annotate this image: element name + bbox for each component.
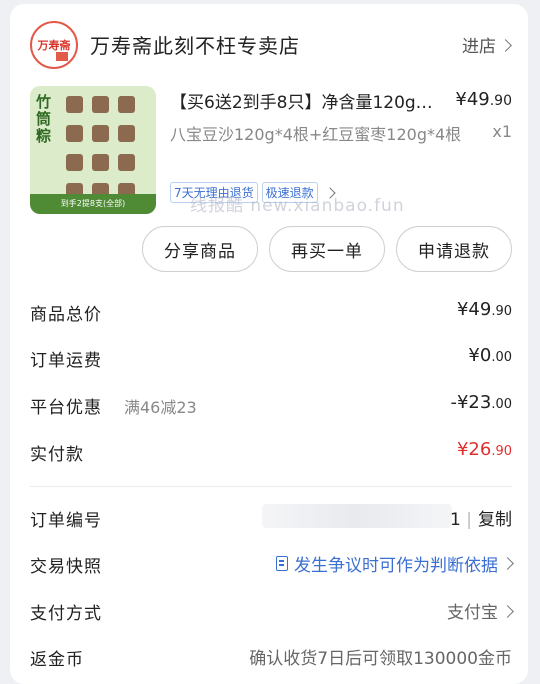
order-number-redacted (262, 504, 452, 528)
platform-discount-value: -¥23.00 (450, 392, 512, 413)
order-number-copy: 1 | 复制 (450, 510, 512, 530)
coins-label: 返金币 (30, 650, 84, 670)
order-card: 万寿斋 万寿斋此刻不枉专卖店 进店 竹筒粽 到手2提8支(全部) 【买6送2到手… (10, 4, 528, 684)
chevron-right-icon (501, 605, 514, 618)
divider (30, 486, 512, 487)
watermark: 线报酷 new.xianbao.fun (190, 196, 405, 216)
product-spec: 八宝豆沙120g*4根+红豆蜜枣120g*4根 (170, 125, 462, 144)
payment-method-value[interactable]: 支付宝 (447, 598, 514, 623)
coins-value: 确认收货7日后可领取130000金币 (249, 649, 512, 669)
order-number-tail: 1 (450, 510, 461, 530)
shop-logo[interactable]: 万寿斋 (30, 21, 78, 69)
order-number-row: 订单编号 1 | 复制 (30, 502, 512, 532)
total-price-row: 商品总价 ¥49.90 (30, 296, 512, 326)
trade-snapshot-label: 交易快照 (30, 557, 102, 577)
product-price: ¥49.90 (455, 89, 512, 110)
enter-shop-label: 进店 (462, 37, 496, 57)
buy-again-button[interactable]: 再买一单 (269, 226, 385, 272)
platform-discount-label: 平台优惠 (30, 398, 102, 418)
coins-row: 返金币 确认收货7日后可领取130000金币 (30, 641, 512, 671)
amount-paid-value: ¥26.90 (456, 439, 512, 460)
trade-snapshot-value: 发生争议时可作为判断依据 (294, 556, 498, 576)
thumbnail-footer: 到手2提8支(全部) (30, 194, 156, 214)
shop-name[interactable]: 万寿斋此刻不枉专卖店 (90, 30, 300, 59)
enter-shop-link[interactable]: 进店 (462, 32, 512, 57)
document-icon (276, 556, 288, 571)
amount-paid-label: 实付款 (30, 445, 84, 465)
shop-logo-chart-mark (56, 52, 68, 61)
request-refund-button[interactable]: 申请退款 (396, 226, 512, 272)
product-quantity: x1 (492, 122, 512, 141)
chevron-right-icon (499, 39, 512, 52)
share-product-button[interactable]: 分享商品 (142, 226, 258, 272)
total-price-label: 商品总价 (30, 305, 102, 325)
trade-snapshot-link[interactable]: 发生争议时可作为判断依据 (276, 551, 514, 576)
chevron-right-icon (501, 557, 514, 570)
thumbnail-title: 竹筒粽 (36, 93, 52, 145)
product-title[interactable]: 【买6送2到手8只】净含量120g… (170, 88, 440, 113)
amount-paid-row: 实付款 ¥26.90 (30, 436, 512, 466)
platform-discount-note: 满46减23 (124, 398, 197, 417)
order-number-label: 订单编号 (30, 511, 102, 531)
trade-snapshot-row[interactable]: 交易快照 发生争议时可作为判断依据 (30, 548, 514, 578)
shipping-value: ¥0.00 (468, 345, 512, 366)
shipping-label: 订单运费 (30, 351, 102, 371)
payment-method-label: 支付方式 (30, 604, 102, 624)
total-price-value: ¥49.90 (456, 299, 512, 320)
product-thumbnail[interactable]: 竹筒粽 到手2提8支(全部) (30, 86, 156, 214)
platform-discount-row: 平台优惠 满46减23 -¥23.00 (30, 389, 512, 419)
copy-button[interactable]: 复制 (478, 510, 512, 530)
payment-method-row[interactable]: 支付方式 支付宝 (30, 595, 514, 625)
shop-logo-text: 万寿斋 (37, 39, 71, 52)
shipping-row: 订单运费 ¥0.00 (30, 342, 512, 372)
